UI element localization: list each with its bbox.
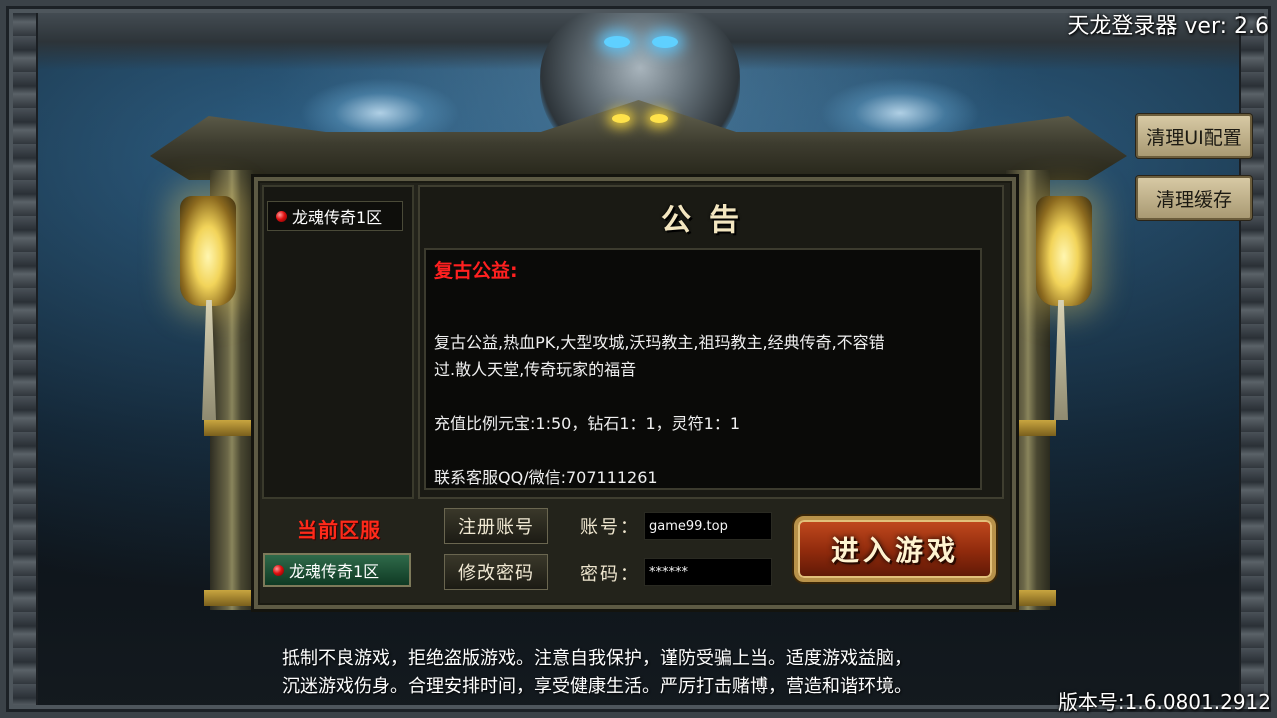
server-status-icon	[273, 564, 284, 576]
left-lantern-icon	[180, 196, 236, 306]
server-list-item[interactable]: 龙魂传奇1区	[267, 201, 403, 231]
notice-title: 公告	[661, 203, 757, 238]
notice-line: 联系客服QQ/微信:707111261	[434, 468, 658, 487]
clear-ui-config-button[interactable]: 清理UI配置	[1136, 114, 1252, 158]
enter-game-button[interactable]: 进入游戏	[794, 516, 996, 582]
app-title: 天龙登录器 ver: 2.6	[1067, 14, 1269, 39]
server-status-icon	[276, 210, 287, 222]
password-label: 密码：	[580, 564, 640, 585]
notice-line: 过.散人天堂,传奇玩家的福音	[434, 360, 637, 379]
change-password-button[interactable]: 修改密码	[444, 554, 548, 590]
password-input[interactable]	[644, 558, 772, 586]
disclaimer-line: 抵制不良游戏，拒绝盗版游戏。注意自我保护，谨防受骗上当。适度游戏益脑，	[282, 648, 912, 669]
right-lantern-icon	[1036, 196, 1092, 306]
health-disclaimer: 抵制不良游戏，拒绝盗版游戏。注意自我保护，谨防受骗上当。适度游戏益脑， 沉迷游戏…	[282, 645, 1002, 701]
register-button[interactable]: 注册账号	[444, 508, 548, 544]
server-name: 龙魂传奇1区	[292, 208, 383, 227]
current-server-label: 当前区服	[297, 518, 381, 542]
notice-line: 充值比例元宝:1:50，钻石1：1，灵符1：1	[434, 414, 741, 433]
version-label: 版本号:1.6.0801.2912	[1057, 690, 1271, 714]
current-server-button[interactable]: 龙魂传奇1区	[263, 553, 411, 587]
disclaimer-line: 沉迷游戏伤身。合理安排时间，享受健康生活。严厉打击赌博，营造和谐环境。	[282, 676, 912, 697]
notice-heading: 复古公益:	[434, 260, 518, 282]
notice-body[interactable]: 复古公益: 复古公益,热血PK,大型攻城,沃玛教主,祖玛教主,经典传奇,不容错 …	[424, 248, 982, 490]
account-input[interactable]	[644, 512, 772, 540]
current-server-name: 龙魂传奇1区	[289, 562, 380, 581]
notice-line: 复古公益,热血PK,大型攻城,沃玛教主,祖玛教主,经典传奇,不容错	[434, 333, 885, 352]
clear-cache-button[interactable]: 清理缓存	[1136, 176, 1252, 220]
account-label: 账号：	[580, 517, 640, 538]
server-list	[262, 185, 414, 499]
